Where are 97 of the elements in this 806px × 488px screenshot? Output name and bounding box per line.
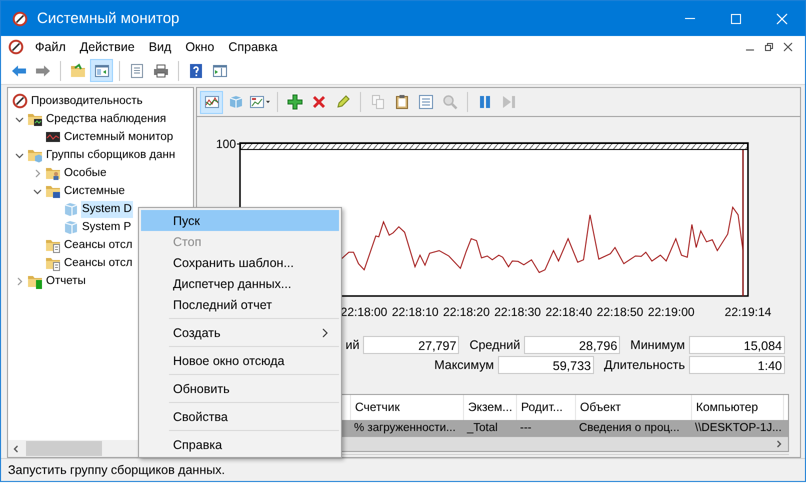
scroll-right-icon[interactable] (775, 440, 783, 448)
stat-value-field: 1:40 (689, 356, 785, 374)
axis-label: 22:18:00 (340, 305, 388, 319)
magnifier-icon (442, 94, 458, 110)
clipboard-icon (394, 94, 410, 110)
menu-item[interactable]: Файл (28, 40, 73, 54)
chevron-right-icon[interactable] (32, 168, 42, 178)
maximize-icon (730, 12, 742, 24)
scroll-left-icon[interactable] (12, 444, 20, 452)
scrollbar-thumb[interactable] (26, 441, 102, 456)
context-menu-item[interactable]: Сохранить шаблон... (141, 252, 339, 273)
monitor-icon (45, 129, 61, 145)
tree-item[interactable]: System D (81, 200, 133, 218)
stat-value-field: 28,796 (524, 336, 620, 354)
context-menu-item[interactable]: Пуск (141, 210, 339, 231)
minimize-icon (685, 18, 695, 19)
app-icon (12, 93, 28, 109)
folder-icon (27, 273, 43, 289)
axis-label: 22:18:50 (596, 305, 644, 319)
close-icon (776, 12, 788, 24)
axis-label: 22:19:14 (724, 305, 772, 319)
tree-item[interactable]: Сеансы отсл (63, 254, 134, 272)
restore-icon[interactable] (764, 42, 774, 52)
chevron-down-icon[interactable] (14, 150, 24, 160)
chevron-down-icon[interactable] (32, 186, 42, 196)
axis-label: 22:19:00 (648, 305, 695, 319)
back-arrow-icon (10, 62, 26, 79)
stat-label: Средний (468, 338, 520, 352)
table-cell-text: Сведения о проц... (578, 421, 681, 436)
stat-label: ий (344, 338, 360, 352)
cube-icon (63, 201, 79, 217)
forward-arrow-icon (34, 62, 50, 79)
axis-label: 22:18:30 (494, 305, 541, 319)
window-icon (212, 62, 228, 79)
tree-item[interactable]: Средства наблюдения (45, 110, 168, 128)
axis-label: 22:18:10 (392, 305, 439, 319)
tree-item[interactable]: Системный монитор (63, 128, 174, 146)
context-menu-item[interactable]: Последний отчет (141, 294, 339, 315)
folder-icon (27, 111, 43, 127)
context-menu-item[interactable]: Создать (141, 322, 339, 343)
stat-label: Длительность (602, 358, 685, 372)
stat-value-field: 15,084 (689, 336, 785, 354)
context-menu-item[interactable]: Обновить (141, 378, 339, 399)
copy-icon (370, 94, 386, 110)
help-icon (188, 62, 204, 79)
tree-item[interactable]: Отчеты (45, 272, 87, 290)
stat-value-field: 27,797 (363, 336, 460, 354)
table-cell-text: _Total (466, 421, 499, 436)
list-icon (418, 94, 434, 110)
tree-item[interactable]: Производительность (30, 92, 144, 110)
chevron-right-icon[interactable] (14, 276, 24, 286)
axis-label: 22:18:40 (545, 305, 592, 319)
window-icon (94, 62, 110, 79)
table-cell-text: --- (519, 421, 532, 436)
pencil-icon (334, 94, 350, 110)
menu-item[interactable]: Действие (72, 40, 142, 54)
folder-icon (45, 165, 61, 181)
tree-item[interactable]: System P (81, 218, 132, 236)
tree-item[interactable]: Сеансы отсл (63, 236, 134, 254)
app-icon[interactable] (8, 38, 24, 55)
table-cell-text: \\DESKTOP-1J... (694, 421, 783, 436)
console-tree-button[interactable] (90, 59, 113, 82)
stat-value-field: 59,733 (498, 356, 594, 374)
tree-item[interactable]: Группы сборщиков данн (45, 146, 176, 164)
folder-icon (70, 62, 86, 79)
tree-item[interactable]: Системные (63, 182, 126, 200)
printer-icon (152, 62, 168, 79)
context-menu-item[interactable]: Новое окно отсюда (141, 350, 339, 371)
folder-icon (45, 237, 61, 253)
menu-item[interactable]: Вид (142, 40, 178, 54)
cube-icon (228, 94, 244, 110)
caret-icon (266, 100, 270, 104)
chart-icon (249, 94, 265, 110)
menu-item[interactable]: Справка (221, 40, 284, 54)
context-menu-item[interactable]: Диспетчер данных... (141, 273, 339, 294)
folder-icon (27, 147, 43, 163)
chevron-down-icon[interactable] (14, 114, 24, 124)
context-menu-item[interactable]: Справка (141, 434, 339, 455)
tree-item[interactable]: Особые (63, 164, 108, 182)
folder-icon (45, 255, 61, 271)
axis-label: 100 (216, 137, 236, 151)
window-title: Системный монитор (37, 10, 180, 27)
folder-icon (45, 183, 61, 199)
document-icon (128, 62, 144, 79)
table-cell-text: % загруженности... (353, 421, 457, 436)
axis-label: 22:18:20 (443, 305, 490, 319)
stat-label: Максимум (433, 358, 494, 372)
close-icon[interactable] (783, 42, 793, 52)
step-icon (500, 94, 516, 110)
cube-icon (63, 219, 79, 235)
stat-label: Минимум (629, 338, 685, 352)
graph-view-button[interactable] (200, 90, 223, 114)
line-chart-icon (204, 94, 220, 110)
plus-icon (286, 94, 302, 110)
delete-icon (310, 94, 326, 110)
app-icon (12, 10, 28, 26)
menu-item[interactable]: Окно (178, 40, 222, 54)
